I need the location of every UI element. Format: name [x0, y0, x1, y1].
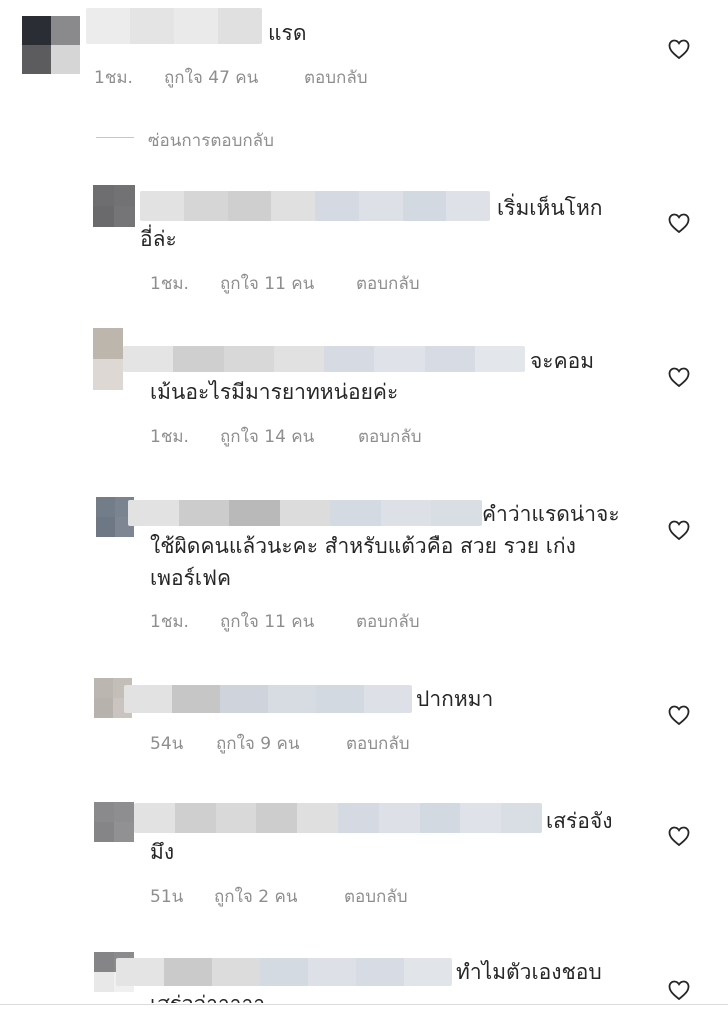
comment-time: 1ชม.	[94, 68, 133, 88]
username-blurred[interactable]	[123, 346, 525, 372]
likes-count[interactable]: ถูกใจ 11 คน	[220, 270, 314, 297]
comment-text: เสร่อจ่าาาาา	[150, 989, 265, 1003]
heart-icon[interactable]	[667, 703, 691, 727]
heart-icon[interactable]	[667, 824, 691, 848]
hide-replies-line	[96, 137, 134, 138]
reply-button[interactable]: ตอบกลับ	[344, 883, 408, 910]
heart-icon[interactable]	[667, 37, 691, 61]
comment-text: เพอร์เฟค	[150, 566, 232, 590]
likes-count[interactable]: ถูกใจ 2 คน	[214, 883, 297, 910]
reply-button[interactable]: ตอบกลับ	[358, 423, 422, 450]
comment-time: 51น	[150, 887, 184, 907]
comment-text: เสร่อจัง	[546, 809, 613, 833]
avatar[interactable]	[94, 802, 134, 842]
comment-text: ใช้ผิดคนแล้วนะคะ สำหรับแต้วคือ สวย รวย เ…	[150, 534, 576, 558]
username-blurred[interactable]	[140, 191, 490, 221]
reply-button[interactable]: ตอบกลับ	[356, 270, 420, 297]
comment-time: 1ชม.	[150, 427, 189, 447]
comment-time: 1ชม.	[150, 274, 189, 294]
comment-text: จะคอม	[530, 349, 595, 373]
comment-text: เม้นอะไรมีมารยาทหน่อยค่ะ	[150, 380, 399, 404]
likes-count[interactable]: ถูกใจ 14 คน	[220, 423, 314, 450]
username-blurred[interactable]	[134, 803, 542, 833]
likes-count[interactable]: ถูกใจ 47 คน	[164, 64, 258, 91]
username-blurred[interactable]	[86, 8, 262, 44]
comment-text: ปากหมา	[416, 687, 494, 711]
comment-time: 54น	[150, 734, 184, 754]
comment-text: อี่ล่ะ	[140, 227, 177, 251]
reply-button[interactable]: ตอบกลับ	[346, 730, 410, 757]
avatar[interactable]	[22, 16, 80, 74]
comment-text: มึง	[150, 840, 175, 864]
likes-count[interactable]: ถูกใจ 9 คน	[216, 730, 299, 757]
heart-icon[interactable]	[667, 978, 691, 1002]
bottom-divider	[0, 1004, 728, 1005]
comment-text: ทำไมตัวเองชอบ	[456, 960, 602, 984]
comment-text: แรด	[268, 21, 307, 45]
avatar[interactable]	[93, 185, 135, 227]
username-blurred[interactable]	[116, 958, 452, 986]
heart-icon[interactable]	[667, 365, 691, 389]
comment-text: คำว่าแรดน่าจะ	[482, 502, 620, 526]
username-blurred[interactable]	[124, 685, 412, 713]
username-blurred[interactable]	[128, 500, 482, 526]
comment-time: 1ชม.	[150, 612, 189, 632]
reply-button[interactable]: ตอบกลับ	[356, 608, 420, 635]
hide-replies-button[interactable]: ซ่อนการตอบกลับ	[148, 127, 274, 154]
avatar[interactable]	[93, 328, 123, 390]
heart-icon[interactable]	[667, 518, 691, 542]
comment-text: เริ่มเห็นโหก	[497, 196, 603, 220]
likes-count[interactable]: ถูกใจ 11 คน	[220, 608, 314, 635]
reply-button[interactable]: ตอบกลับ	[304, 64, 368, 91]
heart-icon[interactable]	[667, 211, 691, 235]
